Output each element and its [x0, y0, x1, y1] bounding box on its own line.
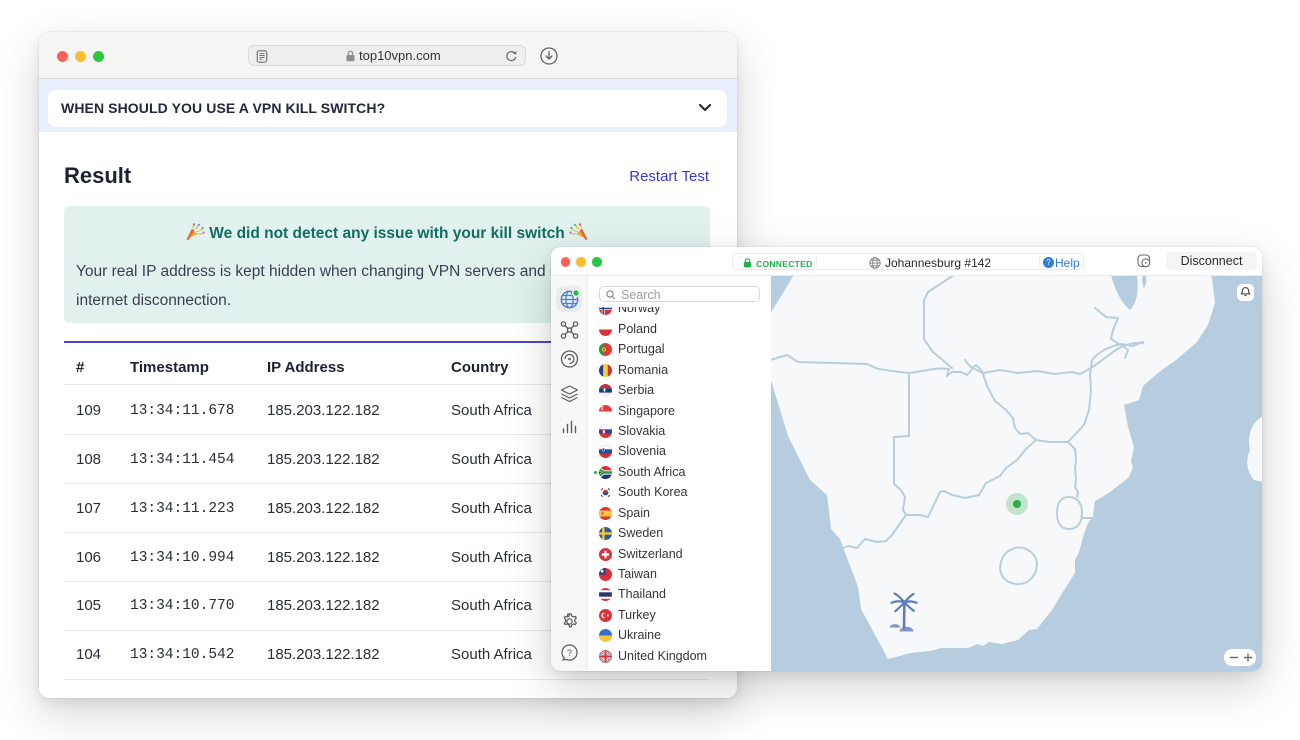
svg-text:?: ? — [567, 648, 572, 658]
svg-text:?: ? — [1046, 258, 1051, 267]
